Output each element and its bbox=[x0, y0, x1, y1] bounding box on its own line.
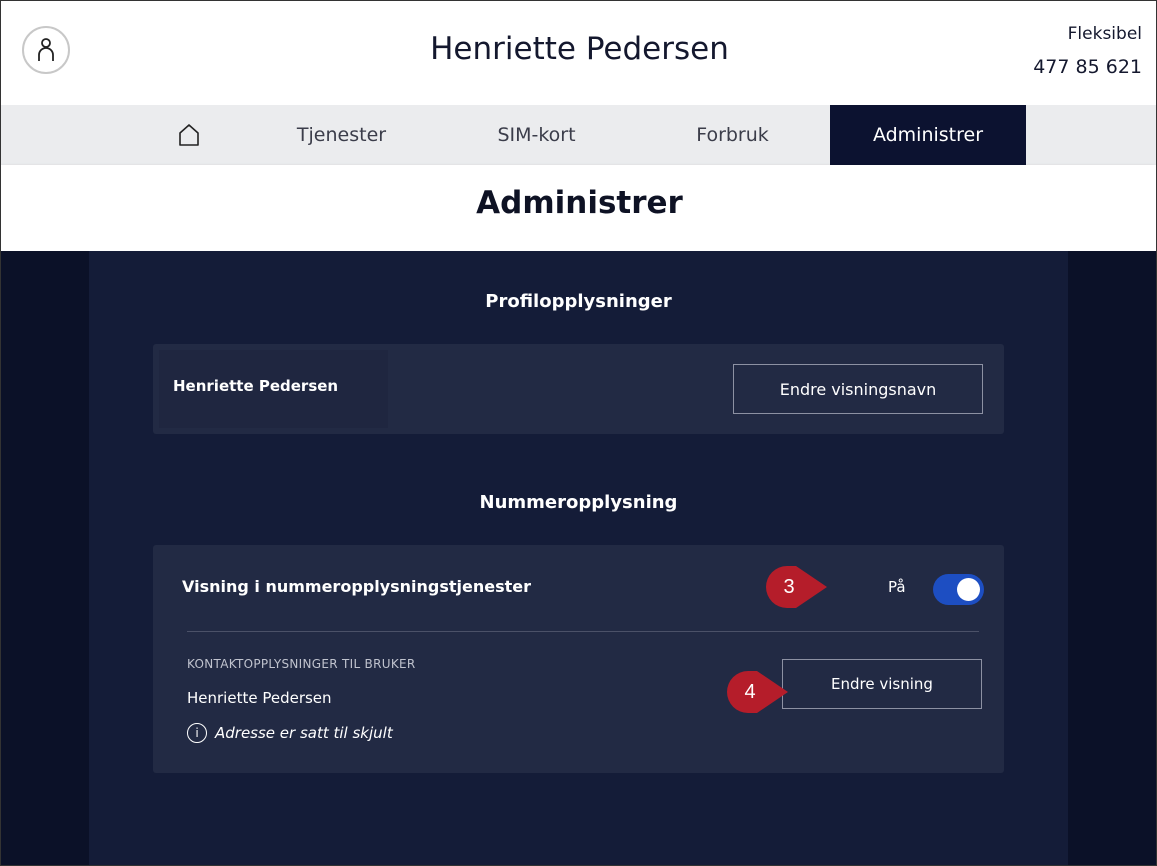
nav-home[interactable] bbox=[151, 105, 226, 165]
toggle-state-label: På bbox=[888, 578, 906, 596]
display-name-box: Henriette Pedersen bbox=[159, 350, 388, 428]
info-icon: i bbox=[187, 723, 207, 743]
change-visibility-button[interactable]: Endre visning bbox=[782, 659, 982, 709]
marker-number: 4 bbox=[744, 680, 756, 703]
main-nav: Tjenester SIM-kort Forbruk Administrer bbox=[1, 105, 1156, 165]
subscription-plan: Fleksibel bbox=[1067, 24, 1142, 44]
profile-section-title: Profilopplysninger bbox=[485, 291, 672, 312]
home-icon bbox=[178, 124, 199, 146]
nav-forbruk[interactable]: Forbruk bbox=[635, 105, 830, 165]
page-title-bar: Administrer bbox=[1, 165, 1156, 251]
page-title: Administrer bbox=[476, 185, 683, 221]
marker-number: 3 bbox=[783, 575, 795, 598]
directory-card: Visning i nummeropplysningstjenester På … bbox=[153, 545, 1004, 773]
toggle-knob bbox=[957, 578, 980, 601]
change-display-name-button[interactable]: Endre visningsnavn bbox=[733, 364, 983, 414]
display-name: Henriette Pedersen bbox=[173, 377, 339, 395]
directory-visibility-label: Visning i nummeropplysningstjenester bbox=[182, 577, 532, 596]
divider bbox=[187, 631, 979, 632]
profile-card: Henriette Pedersen Endre visningsnavn bbox=[153, 344, 1004, 434]
annotation-marker-3: 3 bbox=[766, 566, 828, 608]
address-note: i Adresse er satt til skjult bbox=[187, 723, 393, 743]
directory-visibility-toggle[interactable] bbox=[933, 574, 984, 605]
contact-heading: KONTAKTOPPLYSNINGER TIL BRUKER bbox=[187, 657, 416, 671]
content-panel: Profilopplysninger Henriette Pedersen En… bbox=[89, 251, 1068, 865]
directory-section-title: Nummeropplysning bbox=[479, 492, 678, 513]
nav-administrer[interactable]: Administrer bbox=[830, 105, 1026, 165]
phone-number: 477 85 621 bbox=[1033, 56, 1142, 78]
header: Henriette Pedersen Fleksibel 477 85 621 bbox=[1, 1, 1156, 105]
annotation-marker-4: 4 bbox=[727, 671, 789, 713]
nav-sim-kort[interactable]: SIM-kort bbox=[439, 105, 634, 165]
address-note-text: Adresse er satt til skjult bbox=[215, 724, 393, 742]
app-window: Henriette Pedersen Fleksibel 477 85 621 … bbox=[0, 0, 1157, 866]
user-name-title: Henriette Pedersen bbox=[430, 31, 729, 67]
nav-tjenester[interactable]: Tjenester bbox=[244, 105, 439, 165]
contact-name: Henriette Pedersen bbox=[187, 689, 332, 707]
content-area: Profilopplysninger Henriette Pedersen En… bbox=[1, 251, 1156, 865]
